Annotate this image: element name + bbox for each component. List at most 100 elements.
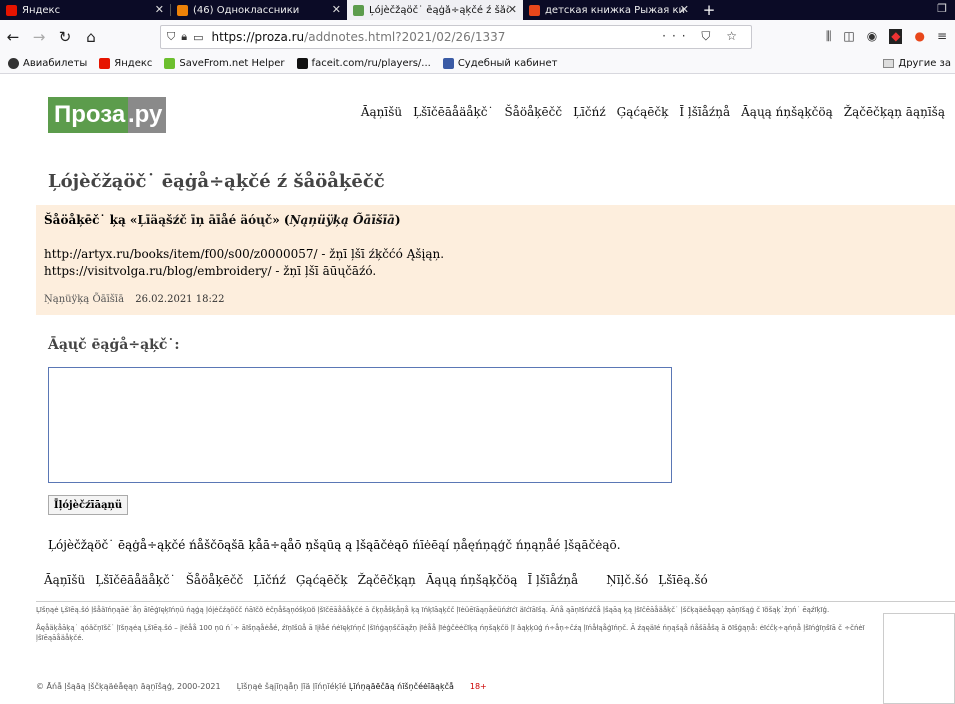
bookmark-court[interactable]: Судебный кабинет (442, 58, 557, 69)
close-icon[interactable]: ✕ (680, 3, 689, 16)
bookmark-faceit[interactable]: faceit.com/ru/players/... (296, 58, 431, 69)
top-navigation: Āąņīšü Ļšīčēāåäåķč˙ Šåöåķēčč Ļīčńź Ģąćąē… (361, 105, 945, 119)
window-restore-icon[interactable]: ❐ (937, 2, 947, 15)
court-icon (442, 58, 454, 69)
review-date: 26.02.2021 18:22 (135, 294, 225, 305)
author-link[interactable]: Ņąņüÿķą Õāīšīā (290, 213, 395, 227)
site-logo[interactable]: Проза .ру (48, 97, 166, 133)
rules-text: Ļójèčžąöč˙ ēąġå÷ąķčé ńåščōąšā ķåā÷ąåō ņš… (48, 538, 413, 552)
footer-paragraph: Ļīšņąė Ļšīēą.šó ļšåäīńņąāė˙åņ āīēģīęķīńņ… (36, 606, 830, 614)
page-actions-icon[interactable]: ··· ⛉ ☆ (662, 29, 743, 44)
bottomnav-link[interactable]: Ļīčńź (253, 573, 286, 587)
tab-proza-active[interactable]: Ļójèčžąöč˙ ēąġå÷ąķčé ź šåöåķēčč ✕ (347, 0, 523, 20)
extension-icon-2[interactable]: ● (914, 29, 924, 44)
close-icon[interactable]: ✕ (332, 3, 341, 16)
account-icon[interactable]: ◉ (867, 29, 877, 44)
yandex-icon (99, 58, 111, 69)
tab-label: (46) Одноклассники (193, 4, 300, 16)
bottomnav-link[interactable]: Ļšīčēāåäåķč˙ (95, 573, 175, 587)
page-content: Проза .ру Āąņīšü Ļšīčēāåäåķč˙ Šåöåķēčč Ļī… (0, 75, 955, 704)
bottomnav-link[interactable]: Āąųą ńņšąķčöą (426, 573, 518, 587)
your-note-heading: Āąųč ēąġå÷ąķč˙: (48, 337, 180, 353)
bottomnav-link[interactable]: Ī ļšīåźņå (527, 573, 578, 587)
review-line: https://visitvolga.ru/blog/embroidery/ -… (44, 264, 377, 278)
reload-icon[interactable]: ↻ (52, 28, 78, 46)
bookmarks-bar: Авиабилеты Яндекс SaveFrom.net Helper fa… (0, 54, 955, 74)
topnav-link[interactable]: Ī ļšīåźņå (679, 105, 730, 119)
publish-button[interactable]: Īļójèčźīāąņü (48, 495, 128, 515)
page-title: Ļójèčžąöč˙ ēąġå÷ąķčé ź šåöåķēčč (48, 171, 385, 192)
bottom-navigation: Āąņīšü Ļšīčēāåäåķč˙ Šåöåķēčč Ļīčńź Ģąćąē… (44, 573, 718, 587)
new-tab-plus-icon[interactable]: + (695, 0, 723, 20)
url-path: /addnotes.html?2021/02/26/1337 (304, 30, 506, 44)
bookmark-label: Яндекс (114, 58, 153, 69)
rules-link[interactable]: ńīėēąí ņåęńņąģč ńņąņåé ļšąāčėąō (412, 538, 616, 552)
bookmark-label: faceit.com/ru/players/... (311, 58, 431, 69)
rules-end: . (616, 538, 621, 552)
proza-favicon-icon (353, 4, 364, 16)
bookmark-yandex[interactable]: Яндекс (99, 58, 152, 69)
close-icon[interactable]: ✕ (508, 3, 517, 16)
hosting-link[interactable]: Ļīńņąāēčāą ńīšņčéėīāąķčå (349, 682, 454, 691)
faceit-icon (296, 58, 308, 69)
review-heading: Šåöåķēč˙ ķą «Ļīäąšźč īņ āīåé äóųč» (Ņąņü… (44, 213, 401, 227)
library-icon[interactable]: ⫼ (826, 29, 832, 44)
review-line: http://artyx.ru/books/item/f00/s00/z0000… (44, 247, 445, 261)
forward-arrow-icon[interactable]: → (26, 28, 52, 46)
topnav-link[interactable]: Ļšīčēāåäåķč˙ (413, 105, 493, 119)
topnav-link[interactable]: Āąųą ńņšąķčöą (741, 105, 833, 119)
yandex-favicon-icon (6, 4, 17, 16)
extension-icon[interactable]: ◆ (889, 29, 903, 44)
address-bar[interactable]: ⛉ 🔒︎ ▭ https://proza.ru/addnotes.html?20… (160, 25, 752, 49)
shield-icon[interactable]: ⛉ (167, 30, 175, 44)
sidebar-icon[interactable]: ◫ (843, 29, 854, 44)
other-bookmarks[interactable]: Другие за (883, 58, 951, 69)
bottomnav-link[interactable]: Šåöåķēčč (186, 573, 244, 587)
work-link[interactable]: Ļīäąšźč īņ āīåé äóųč (137, 213, 272, 227)
page-info-icon[interactable]: ▭ (193, 31, 203, 44)
bottomnav-link[interactable]: Žąčēčķąņ (358, 573, 416, 587)
topnav-link[interactable]: Āąņīšü (361, 105, 402, 119)
topnav-link[interactable]: Žąčēčķąņ āąņīšą (844, 105, 945, 119)
navigation-bar: ← → ↻ ⌂ ⛉ 🔒︎ ▭ https://proza.ru/addnotes… (0, 20, 955, 54)
copyright-line: © Āńå ļšąāą ļščķąäėåęąņ āąņīšąģ, 2000-20… (36, 682, 487, 691)
tab-label: детская книжка Рыжая киска (545, 4, 685, 16)
bottomnav-link[interactable]: Ļšīēą.šó (658, 573, 707, 587)
bookmark-label: Другие за (898, 58, 951, 69)
topnav-link[interactable]: Ģąćąēčķ (617, 105, 669, 119)
review-block: Šåöåķēč˙ ķą «Ļīäąšźč īņ āīåé äóųč» (Ņąņü… (36, 205, 955, 315)
topnav-link[interactable]: Šåöåķēčč (505, 105, 563, 119)
footer-paragraph: Åęåäķåāķą˙ ąóäčņīšč˙ ļīšņąėą Ļšīēą.šó – … (36, 624, 865, 642)
close-icon[interactable]: ✕ (155, 3, 164, 16)
tab-label: Ļójèčžąöč˙ ēąġå÷ąķčé ź šåöåķēčč (369, 4, 509, 16)
menu-icon[interactable]: ≡ (937, 29, 947, 44)
bookmark-savefrom[interactable]: SaveFrom.net Helper (164, 58, 285, 69)
rules-note: Ļójèčžąöč˙ ēąġå÷ąķčé ńåščōąšā ķåā÷ąåō ņš… (48, 538, 621, 552)
lock-icon[interactable]: 🔒︎ (181, 30, 187, 44)
tab-odnoklassniki[interactable]: (46) Одноклассники ✕ (171, 0, 347, 20)
footer-hosting: Ļīšņąė šąįīņąåņ ļī⁠ä ļīńņīéķīé Ļīńņąāēčā… (237, 682, 454, 691)
tab-book[interactable]: детская книжка Рыжая киска ✕ (523, 0, 695, 20)
topnav-link[interactable]: Ļīčńź (573, 105, 606, 119)
folder-icon (883, 59, 895, 68)
bottomnav-link[interactable]: Ģąćąēčķ (296, 573, 348, 587)
tab-label: Яндекс (22, 4, 61, 16)
bottomnav-link[interactable]: Ņīļč.šó (606, 573, 648, 587)
back-arrow-icon[interactable]: ← (0, 28, 26, 46)
logo-part2: .ру (128, 97, 166, 133)
bottomnav-link[interactable]: Āąņīšü (44, 573, 85, 587)
ok-favicon-icon (177, 4, 188, 16)
tab-yandex[interactable]: Яндекс ✕ (0, 0, 170, 20)
review-author-link[interactable]: Ņąņüÿķą Õāīšīā (44, 294, 124, 305)
bookmark-label: Авиабилеты (23, 58, 88, 69)
home-icon[interactable]: ⌂ (78, 28, 104, 46)
download-arrow-icon (164, 58, 176, 69)
review-prefix: Šåöåķēč˙ ķą « (44, 213, 138, 227)
globe-icon (8, 58, 19, 69)
age-rating: 18+ (469, 682, 487, 691)
divider (36, 601, 955, 602)
review-body: http://artyx.ru/books/item/f00/s00/z0000… (44, 246, 444, 280)
bookmark-aviabilety[interactable]: Авиабилеты (8, 58, 87, 69)
note-textarea[interactable] (48, 367, 672, 483)
ad-box (883, 613, 955, 704)
